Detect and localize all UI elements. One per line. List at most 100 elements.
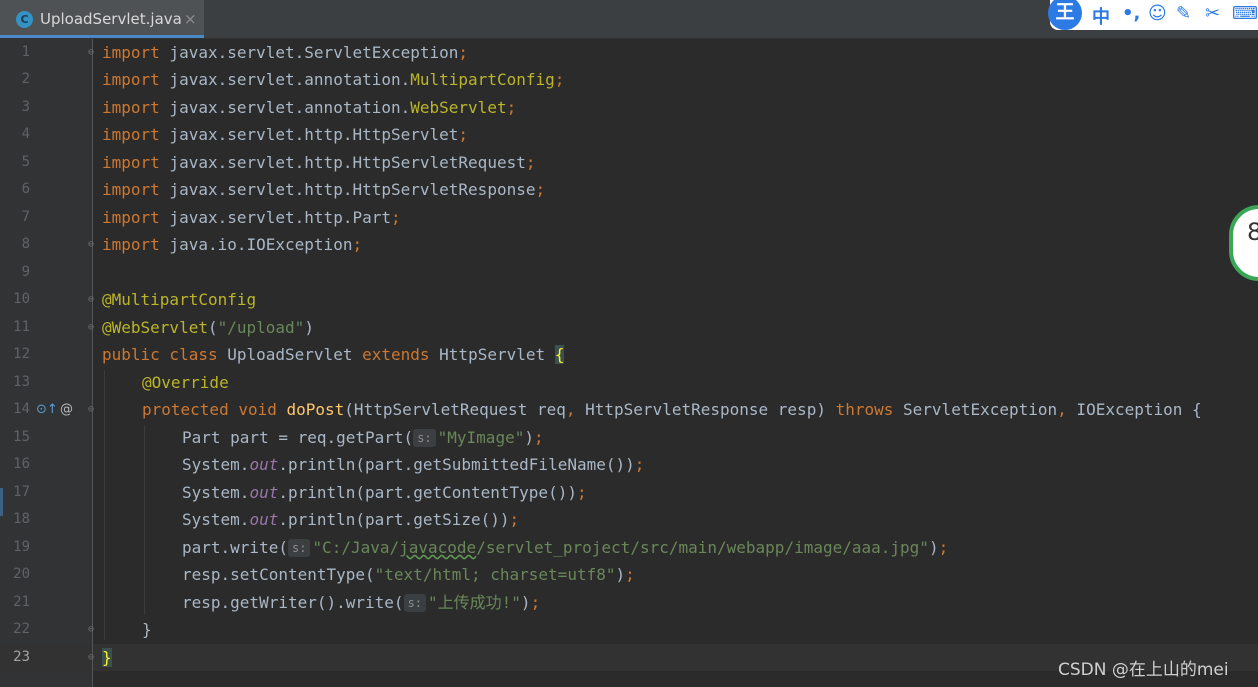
punctuation: ; <box>509 510 520 529</box>
code-line-4[interactable]: import javax.servlet.http.HttpServlet; <box>102 121 468 148</box>
line-number: 23 <box>13 649 30 665</box>
line-number: 4 <box>21 126 30 142</box>
line-number: 14 <box>13 401 30 417</box>
method-name: doPost <box>286 400 345 419</box>
fold-icon[interactable]: ⊖ <box>88 231 98 258</box>
punctuation: , <box>565 400 576 419</box>
keyword: import <box>102 43 160 62</box>
line-number: 8 <box>21 236 30 252</box>
code-text: HttpServletResponse resp) <box>575 400 836 419</box>
web-annotation-icon[interactable]: @ <box>60 402 73 417</box>
code-line-3[interactable]: import javax.servlet.annotation.WebServl… <box>102 94 516 121</box>
ime-handwrite-icon[interactable]: ✎ <box>1176 3 1191 24</box>
keyword: import <box>102 235 160 254</box>
ime-punctuation-icon[interactable]: •, <box>1122 3 1140 24</box>
code-text: ServletException <box>893 400 1058 419</box>
code-text: javax.servlet.annotation. <box>159 70 411 89</box>
watermark: CSDN @在上山的mei <box>1058 660 1229 680</box>
code-line-15[interactable]: Part part = req.getPart(s: "MyImage"); <box>182 424 544 451</box>
code-text: ) <box>928 538 939 557</box>
punctuation: ; <box>458 125 469 144</box>
static-field: out <box>249 455 279 474</box>
ime-emoji-icon[interactable]: ☺ <box>1148 3 1167 24</box>
fold-icon[interactable]: ⊖ <box>88 616 98 643</box>
annotation-ref: WebServlet <box>410 98 507 117</box>
code-line-5[interactable]: import javax.servlet.http.HttpServletReq… <box>102 149 535 176</box>
code-line-20[interactable]: resp.setContentType("text/html; charset=… <box>182 561 635 588</box>
keyword: protected void <box>142 400 277 419</box>
code-text: resp.getWriter().write( <box>182 593 404 612</box>
ime-scissors-icon[interactable]: ✂ <box>1205 3 1220 24</box>
punctuation: ; <box>530 593 541 612</box>
line-number: 6 <box>21 181 30 197</box>
line-number: 7 <box>21 209 30 225</box>
code-line-6[interactable]: import javax.servlet.http.HttpServletRes… <box>102 176 545 203</box>
java-class-icon: C <box>16 11 33 28</box>
punctuation: ; <box>533 428 544 447</box>
ime-logo-icon[interactable]: 王 <box>1048 0 1082 30</box>
code-line-21[interactable]: resp.getWriter().write(s: "上传成功!"); <box>182 589 540 616</box>
code-line-8[interactable]: import java.io.IOException; <box>102 231 362 258</box>
punctuation: ; <box>576 483 587 502</box>
closing-brace: } <box>142 620 152 639</box>
string-literal: "text/html; charset=utf8" <box>374 565 616 584</box>
ime-keyboard-icon[interactable]: ⌨ <box>1232 3 1258 24</box>
string-literal-typo: javacode <box>399 538 477 557</box>
string-literal: /servlet_project/src/main/webapp/image/a… <box>476 538 929 557</box>
code-line-14[interactable]: protected void doPost(HttpServletRequest… <box>142 396 1202 423</box>
fold-icon[interactable]: ⊖ <box>88 286 98 313</box>
code-text: Part part = req.getPart( <box>182 428 414 447</box>
line-number: 3 <box>21 99 30 115</box>
punctuation: ; <box>625 565 635 584</box>
punctuation: ; <box>525 153 536 172</box>
line-number: 10 <box>13 291 30 307</box>
punctuation: , <box>1057 400 1067 419</box>
code-text: javax.servlet.http.HttpServletRequest <box>159 153 526 172</box>
tab-upload-servlet[interactable]: C UploadServlet.java × <box>0 0 204 38</box>
punctuation: ; <box>352 235 363 254</box>
code-line-10[interactable]: @MultipartConfig <box>102 286 256 313</box>
code-text: ) <box>524 428 534 447</box>
code-text: javax.servlet.http.Part <box>159 208 391 227</box>
code-text: ) <box>520 593 531 612</box>
annotation-ref: MultipartConfig <box>410 70 555 89</box>
fold-icon[interactable]: ⊖ <box>88 39 98 66</box>
code-text: System. <box>182 455 250 474</box>
indent-guide <box>104 370 105 640</box>
line-number: 16 <box>13 456 30 472</box>
ime-chinese-mode-icon[interactable]: 中 <box>1092 3 1110 29</box>
line-number: 9 <box>21 264 30 280</box>
fold-icon[interactable]: ⊖ <box>88 396 98 423</box>
performance-monitor-widget[interactable]: 8 <box>1229 205 1258 281</box>
line-number: 1 <box>21 44 30 60</box>
close-icon[interactable]: × <box>184 10 197 28</box>
line-number: 13 <box>13 374 30 390</box>
punctuation: ; <box>535 180 546 199</box>
line-number: 12 <box>13 346 30 362</box>
code-line-1[interactable]: import javax.servlet.ServletException; <box>102 39 468 66</box>
code-text: (HttpServletRequest req <box>344 400 566 419</box>
code-line-11[interactable]: @WebServlet("/upload") <box>102 314 314 341</box>
code-line-16[interactable]: System.out.println(part.getSubmittedFile… <box>182 451 644 478</box>
code-line-13[interactable]: @Override <box>142 369 229 396</box>
code-line-17[interactable]: System.out.println(part.getContentType()… <box>182 479 587 506</box>
fold-icon[interactable]: ⊖ <box>88 644 98 671</box>
code-line-12[interactable]: public class UploadServlet extends HttpS… <box>102 341 565 368</box>
punctuation: ; <box>554 70 565 89</box>
override-method-icon[interactable]: ⊙↑ <box>36 402 58 417</box>
code-line-2[interactable]: import javax.servlet.annotation.Multipar… <box>102 66 564 93</box>
code-text: .println(part.getSize()) <box>278 510 510 529</box>
indent-guide <box>144 425 145 615</box>
code-line-22[interactable]: } <box>142 616 152 643</box>
punctuation: ; <box>506 98 517 117</box>
code-line-23[interactable]: } <box>102 644 112 671</box>
matched-brace: } <box>102 648 112 667</box>
line-number: 21 <box>13 594 30 610</box>
fold-icon[interactable]: ⊖ <box>88 314 98 341</box>
code-text: part.write( <box>182 538 288 557</box>
keyword: public class <box>102 345 218 364</box>
code-line-18[interactable]: System.out.println(part.getSize()); <box>182 506 519 533</box>
code-line-19[interactable]: part.write(s: "C:/Java/javacode/servlet_p… <box>182 534 948 561</box>
code-line-7[interactable]: import javax.servlet.http.Part; <box>102 204 401 231</box>
code-text: resp.setContentType( <box>182 565 375 584</box>
